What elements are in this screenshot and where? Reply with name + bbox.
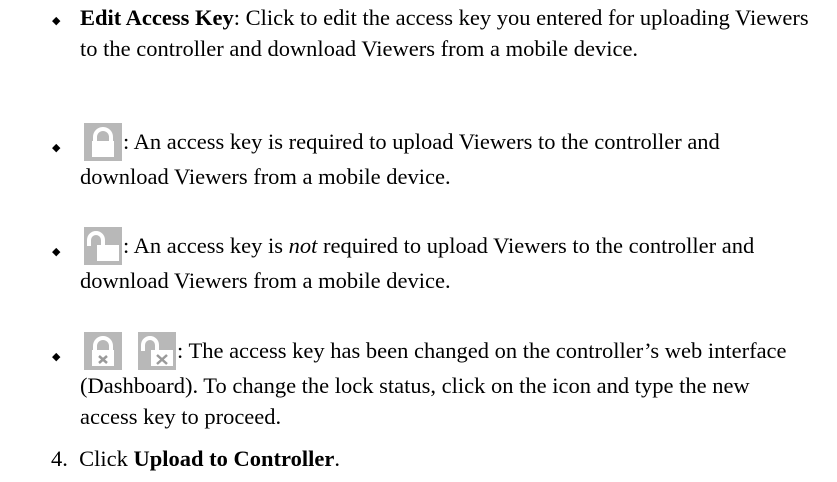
bullet-text: : The access key has been changed on the… xyxy=(80,338,787,429)
bullet-marker: ◆ xyxy=(52,15,61,27)
step-suffix: . xyxy=(334,446,340,471)
bullet-marker: ◆ xyxy=(52,246,61,258)
bullet-text-before: : An access key is xyxy=(123,233,289,259)
upload-to-controller-label: Upload to Controller xyxy=(133,446,335,471)
bullet-lock-closed: : An access key is required to upload Vi… xyxy=(80,123,810,193)
bullet-marker: ◆ xyxy=(52,142,61,154)
step-upload-to-controller: 4. Click Upload to Controller. xyxy=(51,444,340,475)
lock-closed-icon xyxy=(84,123,122,161)
lock-closed-x-icon[interactable] xyxy=(84,332,122,370)
lock-open-x-icon[interactable] xyxy=(138,332,176,370)
bullet-marker: ◆ xyxy=(52,351,61,363)
step-number: 4. xyxy=(51,446,68,471)
lock-open-icon xyxy=(84,227,122,265)
bullet-lock-changed: : The access key has been changed on the… xyxy=(80,332,810,432)
bullet-emphasis: not xyxy=(288,233,318,259)
bullet-edit-access-key: Edit Access Key: Click to edit the acces… xyxy=(80,3,810,64)
step-prefix: Click xyxy=(79,446,134,471)
bullet-title: Edit Access Key xyxy=(80,5,234,30)
bullet-text: : An access key is required to upload Vi… xyxy=(80,129,720,189)
bullet-lock-open: : An access key is not required to uploa… xyxy=(80,227,810,297)
